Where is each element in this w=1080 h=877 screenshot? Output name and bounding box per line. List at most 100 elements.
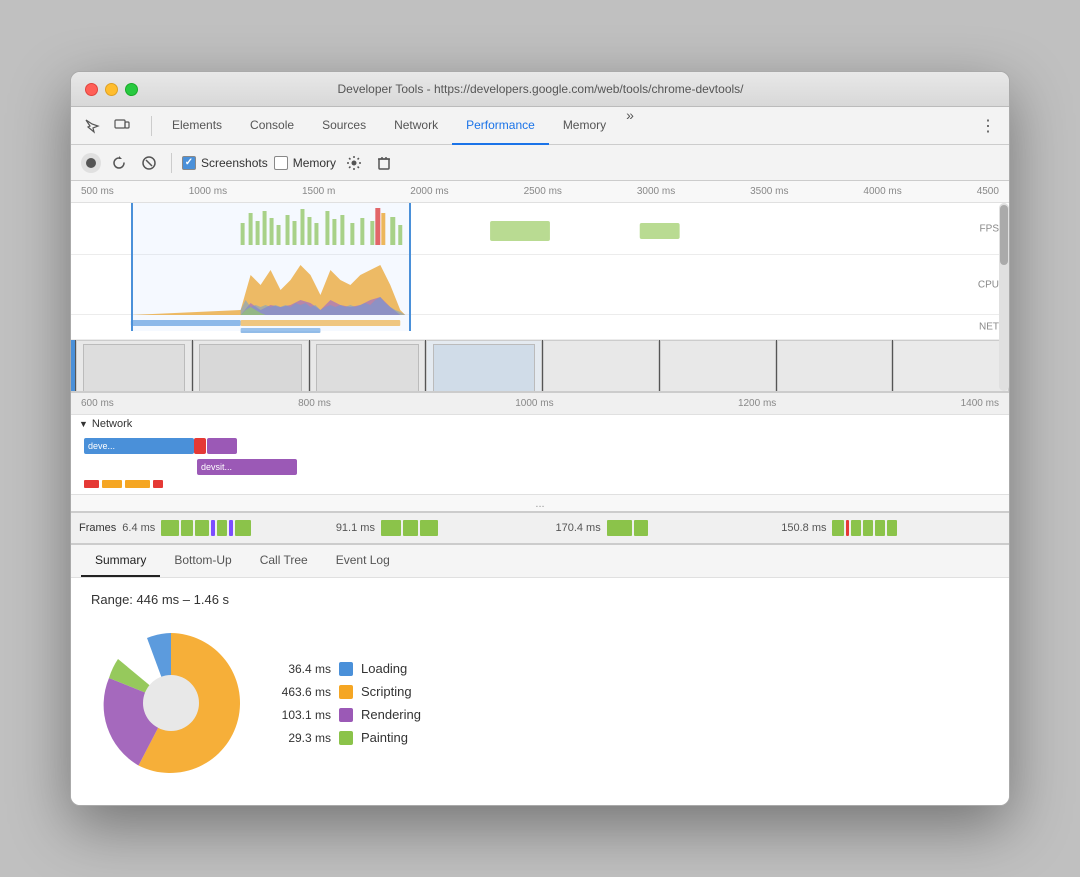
tab-sources[interactable]: Sources (308, 107, 380, 145)
legend-swatch-rendering (339, 708, 353, 722)
memory-checkbox-group: Memory (274, 156, 336, 170)
legend-swatch-scripting (339, 685, 353, 699)
legend-row-rendering: 103.1 ms Rendering (261, 707, 421, 722)
legend-label-scripting: Scripting (361, 684, 412, 699)
frame-block (887, 520, 897, 536)
frame-block (634, 520, 648, 536)
frame-block (195, 520, 209, 536)
network-bar-deve[interactable]: deve... (84, 438, 194, 454)
frame-block (235, 520, 251, 536)
frame-block-purple (229, 520, 233, 536)
timeline-tracks[interactable]: FPS CPU (71, 203, 1009, 391)
bottom-tabs: Summary Bottom-Up Call Tree Event Log (71, 545, 1009, 578)
detail-mark-2: 1000 ms (515, 398, 553, 409)
tab-call-tree[interactable]: Call Tree (246, 545, 322, 577)
nav-tabs: Elements Console Sources Network Perform… (158, 107, 975, 145)
frame-block (832, 520, 844, 536)
ruler-mark-5: 3000 ms (637, 186, 675, 197)
screenshot-thumb-5[interactable] (543, 340, 659, 391)
nav-separator (151, 116, 152, 136)
frame-block (863, 520, 873, 536)
frame-blocks-2 (381, 513, 550, 543)
fps-track: FPS (71, 203, 1009, 255)
inspect-element-button[interactable] (79, 113, 105, 139)
frame-blocks (161, 513, 330, 543)
ruler-mark-1: 1000 ms (189, 186, 227, 197)
detail-mark-1: 800 ms (298, 398, 331, 409)
network-bar-devsit[interactable]: devsit... (197, 459, 297, 475)
reload-profile-button[interactable] (107, 151, 131, 175)
frame-block (181, 520, 193, 536)
network-section-header: ▼ Network (71, 415, 1009, 433)
summary-row: 36.4 ms Loading 463.6 ms Scripting 103.1… (91, 623, 989, 783)
ruler-mark-4: 2500 ms (524, 186, 562, 197)
expand-triangle[interactable]: ▼ (79, 419, 88, 429)
detail-ruler: 600 ms 800 ms 1000 ms 1200 ms 1400 ms (71, 393, 1009, 415)
legend-label-rendering: Rendering (361, 707, 421, 722)
tab-memory[interactable]: Memory (549, 107, 620, 145)
device-toolbar-button[interactable] (109, 113, 135, 139)
legend-value-loading: 36.4 ms (261, 662, 331, 676)
tab-performance[interactable]: Performance (452, 107, 549, 145)
frame-block (420, 520, 438, 536)
vertical-scrollbar[interactable] (999, 203, 1009, 391)
frame-blocks-3 (607, 513, 776, 543)
screenshot-thumb-selected[interactable] (71, 340, 75, 391)
ruler-mark-0: 500 ms (81, 186, 114, 197)
timeline-ruler: 500 ms 1000 ms 1500 m 2000 ms 2500 ms 30… (71, 181, 1009, 203)
bottom-panel: Summary Bottom-Up Call Tree Event Log Ra… (71, 543, 1009, 805)
title-bar: Developer Tools - https://developers.goo… (71, 72, 1009, 107)
network-bar-small-red (194, 438, 206, 454)
more-tabs-button[interactable]: » (620, 107, 640, 145)
record-button[interactable] (81, 153, 101, 173)
frame-block (381, 520, 401, 536)
pie-chart (91, 623, 251, 783)
screenshots-checkbox[interactable] (182, 156, 196, 170)
toolbar-separator-1 (171, 153, 172, 173)
legend-row-scripting: 463.6 ms Scripting (261, 684, 421, 699)
detail-mark-3: 1200 ms (738, 398, 776, 409)
cpu-track: CPU (71, 255, 1009, 315)
perf-toolbar: Screenshots Memory (71, 145, 1009, 181)
tab-elements[interactable]: Elements (158, 107, 236, 145)
network-bar-bottom-row (84, 480, 163, 488)
screenshot-thumb-3[interactable] (310, 340, 426, 391)
bottom-content: Range: 446 ms – 1.46 s (71, 578, 1009, 805)
frame-ms-1: 6.4 ms (122, 522, 155, 534)
screenshot-thumb-7[interactable] (777, 340, 893, 391)
screenshots-checkbox-group: Screenshots (182, 156, 268, 170)
frame-block (403, 520, 418, 536)
tab-bottom-up[interactable]: Bottom-Up (160, 545, 245, 577)
legend-label-painting: Painting (361, 730, 408, 745)
tab-summary[interactable]: Summary (81, 545, 160, 577)
frame-block (875, 520, 885, 536)
screenshot-thumb-6[interactable] (660, 340, 776, 391)
network-bar-purple (207, 438, 237, 454)
screenshot-thumb-4[interactable] (426, 340, 542, 391)
frame-block (851, 520, 861, 536)
screenshot-thumb-2[interactable] (193, 340, 309, 391)
frame-ms-2: 91.1 ms (336, 522, 375, 534)
memory-label: Memory (293, 156, 336, 170)
network-section-label: Network (92, 418, 132, 430)
memory-checkbox[interactable] (274, 156, 288, 170)
detail-mark-4: 1400 ms (961, 398, 999, 409)
tab-console[interactable]: Console (236, 107, 308, 145)
tab-network[interactable]: Network (380, 107, 452, 145)
screenshot-thumb-8[interactable] (893, 340, 1009, 391)
tab-event-log[interactable]: Event Log (322, 545, 404, 577)
capture-settings-button[interactable] (342, 151, 366, 175)
settings-button[interactable]: ⋮ (975, 113, 1001, 139)
frame-ms-3: 170.4 ms (555, 522, 600, 534)
delete-recording-button[interactable] (372, 151, 396, 175)
legend-value-painting: 29.3 ms (261, 731, 331, 745)
devtools-nav: Elements Console Sources Network Perform… (71, 107, 1009, 145)
screenshot-thumb-1[interactable] (76, 340, 192, 391)
frame-ms-4: 150.8 ms (781, 522, 826, 534)
window-title: Developer Tools - https://developers.goo… (86, 82, 995, 96)
clear-button[interactable] (137, 151, 161, 175)
screenshots-strip[interactable] (71, 340, 1009, 391)
legend-swatch-painting (339, 731, 353, 745)
scrollbar-thumb[interactable] (1000, 205, 1008, 265)
nav-icons (79, 113, 135, 139)
